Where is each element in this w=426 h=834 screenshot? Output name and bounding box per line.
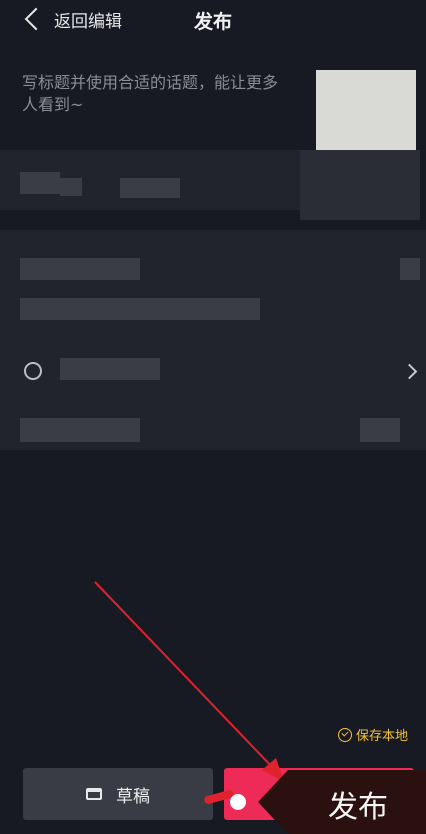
blurred-block	[300, 150, 420, 220]
blurred-block	[60, 178, 82, 196]
draft-box-icon	[86, 788, 102, 800]
back-label: 返回编辑	[54, 11, 122, 32]
check-circle-icon	[338, 727, 352, 742]
annotation-dot	[230, 794, 246, 810]
draft-label: 草稿	[116, 786, 150, 807]
chevron-left-icon	[24, 7, 48, 31]
blurred-block	[60, 358, 160, 380]
blurred-block	[20, 172, 60, 194]
save-local-label: 保存本地	[356, 729, 409, 744]
blurred-block	[400, 258, 420, 280]
draft-button[interactable]: 草稿	[23, 768, 213, 820]
blurred-block	[20, 298, 260, 320]
save-local-toggle[interactable]: 保存本地	[338, 725, 408, 744]
blurred-block	[120, 178, 180, 198]
blurred-block	[20, 418, 140, 442]
blurred-block	[360, 418, 400, 442]
location-icon	[24, 362, 42, 380]
top-bar: 返回编辑 发布	[0, 0, 426, 40]
caption-input[interactable]: 写标题并使用合适的话题，能让更多人看到~	[22, 72, 292, 116]
publish-annotation-label: 发布	[328, 790, 388, 825]
blurred-block	[20, 258, 140, 280]
back-to-edit-button[interactable]: 返回编辑	[22, 6, 122, 32]
page-title: 发布	[193, 11, 232, 33]
